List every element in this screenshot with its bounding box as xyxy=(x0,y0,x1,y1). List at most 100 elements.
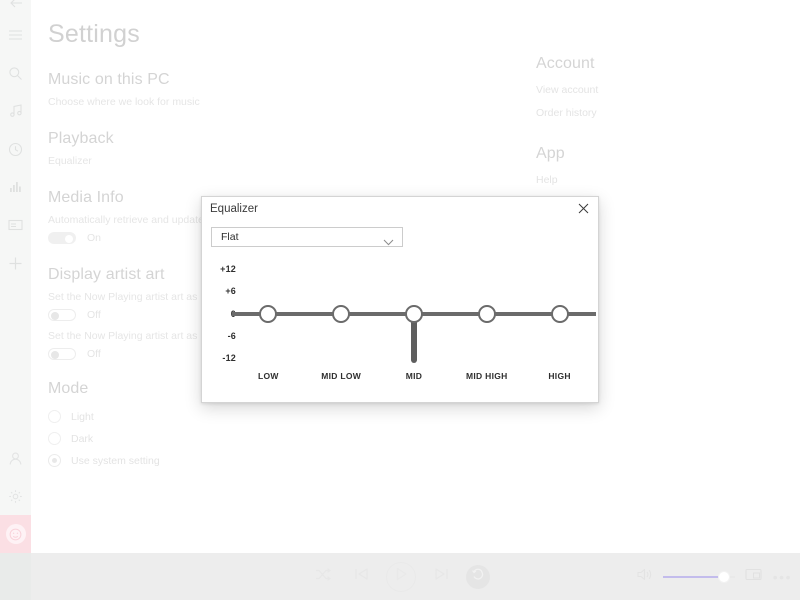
more-options-icon: ••• xyxy=(772,568,792,585)
section-heading: Music on this PC xyxy=(48,71,170,88)
slider-handle[interactable] xyxy=(259,305,278,323)
player-bar: ••• xyxy=(0,553,800,600)
eq-preset-value: Flat xyxy=(221,231,239,243)
nav-recent-plays[interactable] xyxy=(0,130,31,168)
radio-label: Dark xyxy=(71,432,94,445)
volume-fill xyxy=(662,575,724,578)
volume-knob[interactable] xyxy=(717,570,730,583)
toggle-state-label: Off xyxy=(87,309,101,321)
eq-slider-mid-high[interactable] xyxy=(450,259,524,369)
rail-bottom-items xyxy=(0,439,31,553)
nav-settings[interactable] xyxy=(0,477,31,515)
back-arrow-icon[interactable] xyxy=(0,0,31,16)
link-view-account[interactable]: View account xyxy=(536,84,776,96)
section-heading: Playback xyxy=(48,130,114,147)
slider-handle[interactable] xyxy=(404,305,423,323)
equalizer-link[interactable]: Equalizer xyxy=(48,155,348,167)
eq-band-label: MID LOW xyxy=(321,371,362,381)
nav-new-playlist[interactable] xyxy=(0,244,31,282)
section-heading: App xyxy=(536,145,565,162)
eq-band-sliders xyxy=(232,259,596,369)
play-button[interactable] xyxy=(386,561,416,592)
radio-indicator xyxy=(48,410,61,423)
volume-slider[interactable] xyxy=(662,570,735,584)
equalizer-graph: +12 +6 0 -6 -12 xyxy=(202,259,600,404)
slider-handle[interactable] xyxy=(477,305,496,323)
play-icon xyxy=(395,567,408,586)
slider-fill-bar xyxy=(410,317,417,363)
dialog-close-button[interactable] xyxy=(570,199,596,221)
page-title: Settings xyxy=(48,20,140,48)
mini-player-icon xyxy=(745,568,762,586)
wallpaper-art-toggle[interactable] xyxy=(48,348,76,360)
mini-player-button[interactable] xyxy=(744,567,764,587)
nav-my-music[interactable] xyxy=(0,92,31,130)
volume-button[interactable] xyxy=(636,567,654,587)
eq-band-label: LOW xyxy=(258,371,279,381)
radio-label: Light xyxy=(71,410,94,423)
chevron-down-icon xyxy=(383,233,394,251)
equalizer-dialog: Equalizer Flat +12 +6 0 -6 -12 xyxy=(201,196,599,403)
nav-playlists[interactable] xyxy=(0,206,31,244)
eq-preset-select[interactable]: Flat xyxy=(211,227,403,247)
nav-search[interactable] xyxy=(0,54,31,92)
eq-tick-label: 0 xyxy=(202,309,236,319)
eq-band-label: MID HIGH xyxy=(465,371,508,381)
clock-icon xyxy=(8,142,23,157)
lockscreen-art-toggle[interactable] xyxy=(48,309,76,321)
slider-handle[interactable] xyxy=(550,305,569,323)
previous-button[interactable] xyxy=(348,564,374,590)
transport-controls xyxy=(310,553,490,600)
previous-track-icon xyxy=(354,567,369,586)
playlist-icon xyxy=(8,219,23,231)
close-icon xyxy=(578,201,589,219)
eq-tick-label: +6 xyxy=(225,286,236,296)
eq-slider-low[interactable] xyxy=(232,259,305,369)
slider-handle[interactable] xyxy=(332,305,351,323)
eq-slider-mid-low[interactable] xyxy=(304,259,378,369)
section-playback: Playback Equalizer xyxy=(48,130,348,167)
eq-tick-label: -6 xyxy=(227,331,236,341)
nav-account[interactable] xyxy=(0,439,31,477)
link-help[interactable]: Help xyxy=(536,174,776,186)
repeat-button[interactable] xyxy=(466,564,490,589)
radio-mode-system[interactable]: Use system setting xyxy=(48,454,348,467)
toggle-state-label: Off xyxy=(87,348,101,360)
more-options-button[interactable]: ••• xyxy=(773,569,792,585)
shuffle-icon xyxy=(315,567,332,586)
repeat-icon xyxy=(471,568,485,586)
navigation-rail xyxy=(0,0,31,553)
player-rail-stub xyxy=(0,553,31,600)
link-order-history[interactable]: Order history xyxy=(536,107,776,119)
next-button[interactable] xyxy=(428,564,454,590)
eq-band-label: HIGH xyxy=(548,371,571,381)
music-note-icon xyxy=(9,104,23,118)
hamburger-menu-icon xyxy=(8,29,23,41)
equalizer-bars-icon xyxy=(9,181,23,193)
person-icon xyxy=(8,451,23,466)
section-heading: Account xyxy=(536,55,595,72)
nav-now-playing[interactable] xyxy=(0,168,31,206)
dialog-title: Equalizer xyxy=(210,203,258,215)
eq-slider-high[interactable] xyxy=(523,259,596,369)
section-account: Account View account Order history xyxy=(536,55,776,119)
radio-label: Use system setting xyxy=(71,454,160,467)
toggle-state-label: On xyxy=(87,232,102,244)
next-track-icon xyxy=(434,567,449,586)
gear-icon xyxy=(8,489,23,504)
shuffle-button[interactable] xyxy=(310,564,336,590)
eq-band-labels: LOW MID LOW MID MID HIGH HIGH xyxy=(232,371,596,391)
eq-tick-label: +12 xyxy=(220,264,236,274)
eq-slider-mid[interactable] xyxy=(377,259,451,369)
volume-icon xyxy=(636,567,654,587)
radio-mode-dark[interactable]: Dark xyxy=(48,432,348,445)
media-info-toggle[interactable] xyxy=(48,232,76,244)
search-icon xyxy=(8,66,23,81)
section-subtext[interactable]: Choose where we look for music xyxy=(48,96,348,108)
radio-mode-light[interactable]: Light xyxy=(48,410,348,423)
nav-feedback[interactable] xyxy=(0,515,31,553)
player-right-controls: ••• xyxy=(636,553,792,600)
eq-band-label: MID xyxy=(405,371,423,381)
feedback-smiley-icon xyxy=(5,524,26,544)
nav-menu[interactable] xyxy=(0,16,31,54)
